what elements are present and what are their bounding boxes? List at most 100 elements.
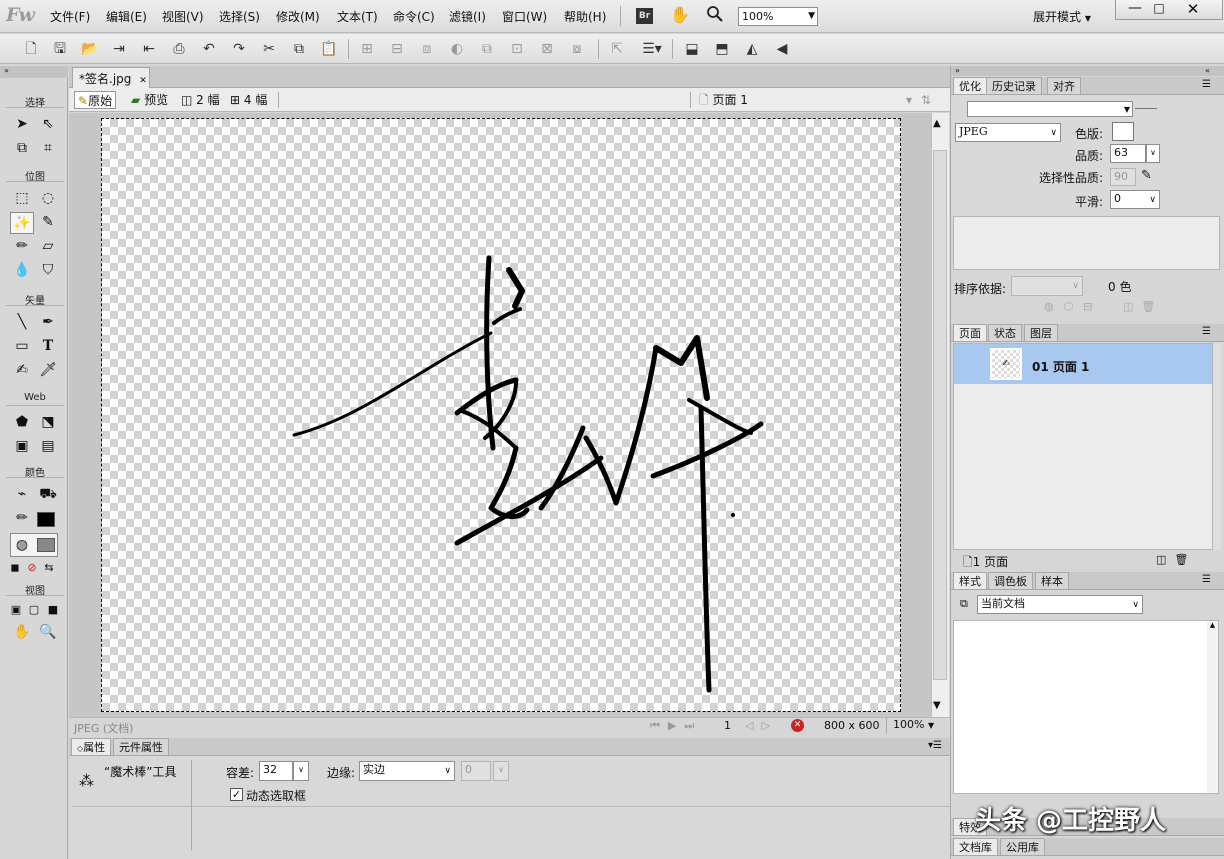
scroll-up-icon[interactable]: ▲ [933,118,941,129]
knife-icon[interactable]: 🗡 [38,360,58,380]
standard-screen-icon[interactable]: ▣ [6,600,26,620]
menu-help[interactable]: 帮助(H) [564,8,606,25]
close-tab-icon[interactable]: ✕ [139,76,147,86]
dock-expand-icon[interactable]: « [1205,66,1210,75]
slice-icon[interactable]: ⬔ [38,412,58,432]
tab-swatches[interactable]: 调色板 [988,572,1033,589]
join-icon[interactable]: ⧈ [418,40,436,58]
sort-by-dropdown[interactable]: ∨ [1011,276,1083,296]
tab-styles[interactable]: 样式 [953,572,987,589]
styles-scrollbar[interactable]: ▲ [1207,621,1218,793]
text-tool-icon[interactable]: T [38,336,58,356]
eyedropper-icon[interactable]: ⌁ [12,484,32,504]
panel-collapse-icon[interactable]: » [0,66,68,78]
marquee-icon[interactable]: ⬚ [12,188,32,208]
frame-step-controls[interactable]: ◁▷ [745,719,778,732]
crop-icon[interactable]: ⌗ [38,138,58,158]
page-selector[interactable]: 🗋 页面 1 [696,91,751,109]
menu-file[interactable]: 文件(F) [50,8,90,25]
save-icon[interactable]: 🖫 [51,40,69,58]
flip-horizontal-icon[interactable]: ◭ [743,40,761,58]
color-table-add-delete-icon[interactable]: ◫🗑 [1123,300,1163,313]
new-file-icon[interactable]: 🗋 [22,40,40,58]
tab-preview[interactable]: ▰ 预览 [128,91,171,109]
smoothing-dropdown[interactable]: 0 ∨ [1110,190,1160,209]
full-screen-icon[interactable]: ■ [43,600,63,620]
redo-icon[interactable]: ↷ [230,40,248,58]
hide-slices-icon[interactable]: ▣ [12,436,32,456]
stroke-pencil-icon[interactable]: ✏ [12,508,32,528]
panel-menu-icon[interactable]: ☰ [1202,326,1211,337]
frame-navigation[interactable]: ⏮▶⏭ [650,719,702,733]
workspace-switcher[interactable]: 展开模式 ▼ [1033,8,1091,25]
quality-input[interactable]: 63 [1110,144,1146,163]
paint-bucket-icon[interactable]: ⛟ [38,484,58,504]
rubber-stamp-icon[interactable]: ⛉ [38,260,58,280]
eraser-icon[interactable]: ▱ [38,236,58,256]
quality-slider-button[interactable]: ∨ [1146,144,1160,163]
print-icon[interactable]: ⎙ [170,40,188,58]
styles-source-dropdown[interactable]: 当前文档 ∨ [977,595,1143,614]
subselection-icon[interactable]: ⇖ [38,114,58,134]
hand-tool-icon[interactable]: ✋ [12,622,32,642]
tab-original[interactable]: ✎原始 [74,91,117,109]
menu-view[interactable]: 视图(V) [162,8,204,25]
tab-properties[interactable]: ◇属性 [71,738,112,755]
panel-menu-icon[interactable]: ▾☰ [928,740,942,751]
paste-icon[interactable]: 📋 [320,40,338,58]
selective-quality-input[interactable]: 90 [1110,168,1136,186]
close-button[interactable]: ✕ [1182,0,1204,18]
tab-align[interactable]: 对齐 [1047,77,1081,94]
live-marquee-checkbox[interactable]: ✓ [230,788,243,801]
export-icon[interactable]: ⇤ [140,40,158,58]
tab-states[interactable]: 状态 [988,324,1022,341]
format-dropdown[interactable]: JPEG ∨ [955,123,1061,142]
maximize-button[interactable]: □ [1148,1,1170,19]
status-zoom-dropdown[interactable]: 100% ▼ [886,718,944,734]
page-actions[interactable]: ◫🗑 [1156,553,1196,566]
menu-select[interactable]: 选择(S) [219,8,260,25]
copy-icon[interactable]: ⧉ [290,40,308,58]
menu-window[interactable]: 窗口(W) [502,8,547,25]
fill-bucket-icon[interactable]: ◍ [12,535,32,555]
no-color-icon[interactable]: ⊘ [25,558,39,578]
feather-slider-button[interactable]: ∨ [493,761,509,781]
rotate-cw-icon[interactable]: ⬒ [713,40,731,58]
ungroup-icon[interactable]: ⊟ [388,40,406,58]
scale-icon[interactable]: ⧉ [12,138,32,158]
menu-filters[interactable]: 滤镜(I) [449,8,486,25]
menu-commands[interactable]: 命令(C) [393,8,435,25]
lasso-icon[interactable]: ◌ [38,188,58,208]
hotspot-icon[interactable]: ⬟ [12,412,32,432]
matte-color-swatch[interactable] [1112,122,1134,141]
document-tab[interactable]: *签名.jpg ✕ [72,67,150,88]
magic-wand-icon[interactable]: ✨ [10,212,34,234]
rectangle-icon[interactable]: ▭ [12,336,32,356]
arrange-icon[interactable]: ⇱ [608,40,626,58]
group-icon[interactable]: ⊞ [358,40,376,58]
pages-scrollbar[interactable] [1213,343,1221,550]
intersect-icon[interactable]: ⊡ [508,40,526,58]
flip-vertical-icon[interactable]: ◀ [773,40,791,58]
full-screen-menu-icon[interactable]: ▢ [24,600,44,620]
show-slices-icon[interactable]: ▤ [38,436,58,456]
stop-icon[interactable]: ✕ [791,719,804,732]
union-icon[interactable]: ⧉ [478,40,496,58]
zoom-dropdown[interactable]: 100% ▼ [738,7,818,26]
cut-icon[interactable]: ✂ [260,40,278,58]
tolerance-slider-button[interactable]: ∨ [293,761,309,781]
open-icon[interactable]: 📂 [81,40,99,58]
pen-icon[interactable]: ✒ [38,312,58,332]
menu-modify[interactable]: 修改(M) [276,8,320,25]
bridge-button[interactable]: Br [636,8,653,24]
import-icon[interactable]: ⇥ [110,40,128,58]
stroke-color-swatch[interactable] [37,512,55,527]
edge-dropdown[interactable]: 实边 ∨ [359,761,455,781]
sort-pages-icon[interactable]: ⇅ [918,91,934,109]
default-colors-icon[interactable]: ◼ [8,558,22,578]
freeform-icon[interactable]: ✍ [12,360,32,380]
tab-optimize[interactable]: 优化 [953,77,987,94]
preset-dropdown[interactable]: ▼ [967,101,1133,117]
crop-path-icon[interactable]: ⧇ [568,40,586,58]
tab-samples[interactable]: 样本 [1035,572,1069,589]
